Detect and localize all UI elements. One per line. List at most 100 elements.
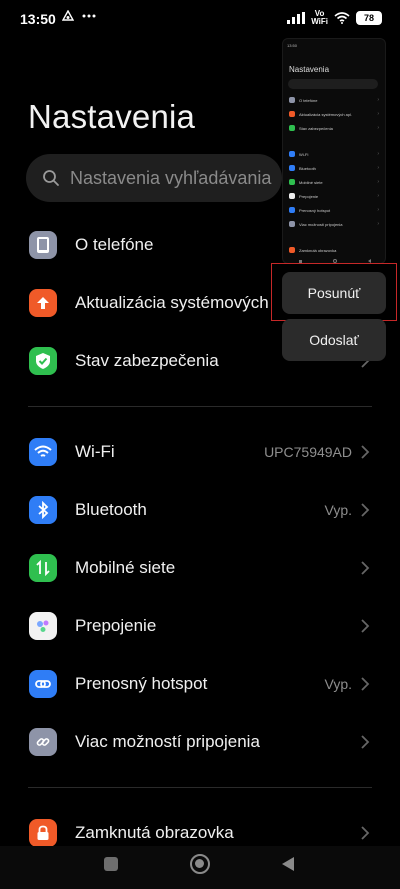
settings-item-value: Vyp. — [324, 502, 353, 518]
connection-icon — [29, 612, 57, 640]
chevron-right-icon — [361, 561, 370, 575]
chevron-right-icon — [361, 826, 370, 840]
preview-row-label: Wi-Fi — [299, 151, 309, 157]
preview-chevron: › — [377, 125, 379, 131]
search-placeholder: Nastavenia vyhľadávania — [70, 167, 272, 188]
chevron-right-icon — [361, 677, 370, 691]
vowifi-icon: Vo WiFi — [311, 10, 328, 26]
preview-row: Mobilné siete › — [289, 177, 381, 187]
home-inner-dot — [195, 859, 204, 868]
hotspot-icon — [29, 670, 57, 698]
home-button[interactable] — [190, 854, 210, 874]
settings-item-label: Zamknutá obrazovka — [75, 823, 234, 842]
preview-row-label: Mobilné siete — [299, 179, 323, 185]
preview-row: Bluetooth › — [289, 163, 381, 173]
settings-item-label: Wi-Fi — [75, 442, 115, 461]
preview-row-label: Stav zabezpečenia — [299, 125, 333, 131]
preview-row: Zamknutá obrazovka — [289, 245, 381, 255]
settings-item-label: Bluetooth — [75, 500, 147, 519]
preview-row-icon — [289, 179, 295, 185]
preview-row: O telefóne › — [289, 95, 381, 105]
preview-row-label: Prepojenie — [299, 193, 319, 199]
signal-icon — [287, 12, 306, 24]
selection-highlight — [271, 263, 397, 321]
settings-item-label: Prenosný hotspot — [75, 674, 208, 693]
preview-chevron: › — [377, 151, 379, 157]
arrow-up-icon — [29, 289, 57, 317]
preview-row-icon — [289, 111, 295, 117]
navigation-bar — [0, 846, 400, 889]
preview-row: Viac možností pripojenia › — [289, 219, 381, 229]
recents-button[interactable] — [104, 857, 118, 871]
preview-row-icon — [289, 151, 295, 157]
preview-chevron: › — [377, 165, 379, 171]
shield-check-icon — [29, 347, 57, 375]
preview-row: Aktualizácia systémových apl. › — [289, 109, 381, 119]
preview-time: 13:50 — [287, 43, 298, 48]
link-icon — [29, 728, 57, 756]
preview-chevron: › — [377, 221, 379, 227]
preview-row-icon — [289, 207, 295, 213]
preview-chevron: › — [377, 97, 379, 103]
settings-item-value: UPC75949AD — [264, 444, 352, 460]
preview-row: Prepojenie › — [289, 191, 381, 201]
settings-item-label: Stav zabezpečenia — [75, 351, 219, 370]
preview-row: Stav zabezpečenia › — [289, 123, 381, 133]
preview-chevron: › — [377, 193, 379, 199]
preview-title: Nastavenia — [289, 65, 330, 74]
preview-row-icon — [289, 97, 295, 103]
mobile-data-icon — [29, 554, 57, 582]
chevron-right-icon — [361, 503, 370, 517]
preview-chevron: › — [377, 207, 379, 213]
preview-row-icon — [289, 247, 295, 253]
send-screenshot-button[interactable]: Odoslať — [282, 319, 386, 361]
phone-icon — [29, 231, 57, 259]
settings-item-label: O telefóne — [75, 235, 154, 254]
chevron-right-icon — [361, 445, 370, 459]
vowifi-bottom-label: WiFi — [311, 17, 328, 26]
preview-search — [288, 79, 378, 89]
back-button[interactable] — [281, 856, 295, 872]
preview-row: Wi-Fi › — [289, 149, 381, 159]
preview-row-label: Viac možností pripojenia — [299, 221, 343, 227]
preview-row: Prenosný hotspot › — [289, 205, 381, 215]
settings-item-wifi[interactable]: Wi-Fi UPC75949AD — [0, 423, 400, 481]
sync-icon — [62, 10, 74, 21]
preview-row-label: Prenosný hotspot — [299, 207, 331, 213]
preview-row-label: Bluetooth — [299, 165, 316, 171]
status-left-icons — [62, 10, 96, 22]
wifi-status-icon — [334, 12, 350, 24]
preview-row-label: Zamknutá obrazovka — [299, 247, 337, 253]
wifi-icon — [29, 438, 57, 466]
bluetooth-icon — [29, 496, 57, 524]
chevron-right-icon — [361, 619, 370, 633]
preview-row-icon — [289, 165, 295, 171]
preview-row-icon — [289, 193, 295, 199]
status-time: 13:50 — [20, 11, 56, 27]
search-icon — [43, 170, 59, 186]
preview-row-label: Aktualizácia systémových apl. — [299, 111, 353, 117]
settings-item-hotspot[interactable]: Prenosný hotspot Vyp. — [0, 655, 400, 713]
settings-item-value: Vyp. — [324, 676, 353, 692]
settings-item-connection[interactable]: Prepojenie — [0, 597, 400, 655]
settings-item-bluetooth[interactable]: Bluetooth Vyp. — [0, 481, 400, 539]
status-bar: 13:50 Vo WiFi 78 — [0, 0, 400, 40]
preview-chevron: › — [377, 179, 379, 185]
more-icon — [82, 14, 96, 18]
search-input[interactable]: Nastavenia vyhľadávania — [26, 154, 282, 202]
section-divider — [28, 787, 372, 788]
preview-chevron: › — [377, 111, 379, 117]
settings-item-label: Viac možností pripojenia — [75, 732, 260, 751]
settings-item-label: Prepojenie — [75, 616, 157, 635]
settings-item-mobile-networks[interactable]: Mobilné siete — [0, 539, 400, 597]
section-divider — [28, 406, 372, 407]
lock-icon — [29, 819, 57, 847]
settings-item-more-connections[interactable]: Viac možností pripojenia — [0, 713, 400, 771]
battery-icon: 78 — [356, 11, 382, 25]
page-title: Nastavenia — [28, 98, 196, 135]
settings-item-label: Mobilné siete — [75, 558, 176, 577]
settings-item-label: Aktualizácia systémových — [75, 293, 269, 312]
screenshot-preview[interactable]: 13:50 Nastavenia O telefóne › Aktualizáci… — [282, 38, 386, 264]
status-right-icons: Vo WiFi 78 — [287, 10, 382, 26]
preview-row-icon — [289, 125, 295, 131]
